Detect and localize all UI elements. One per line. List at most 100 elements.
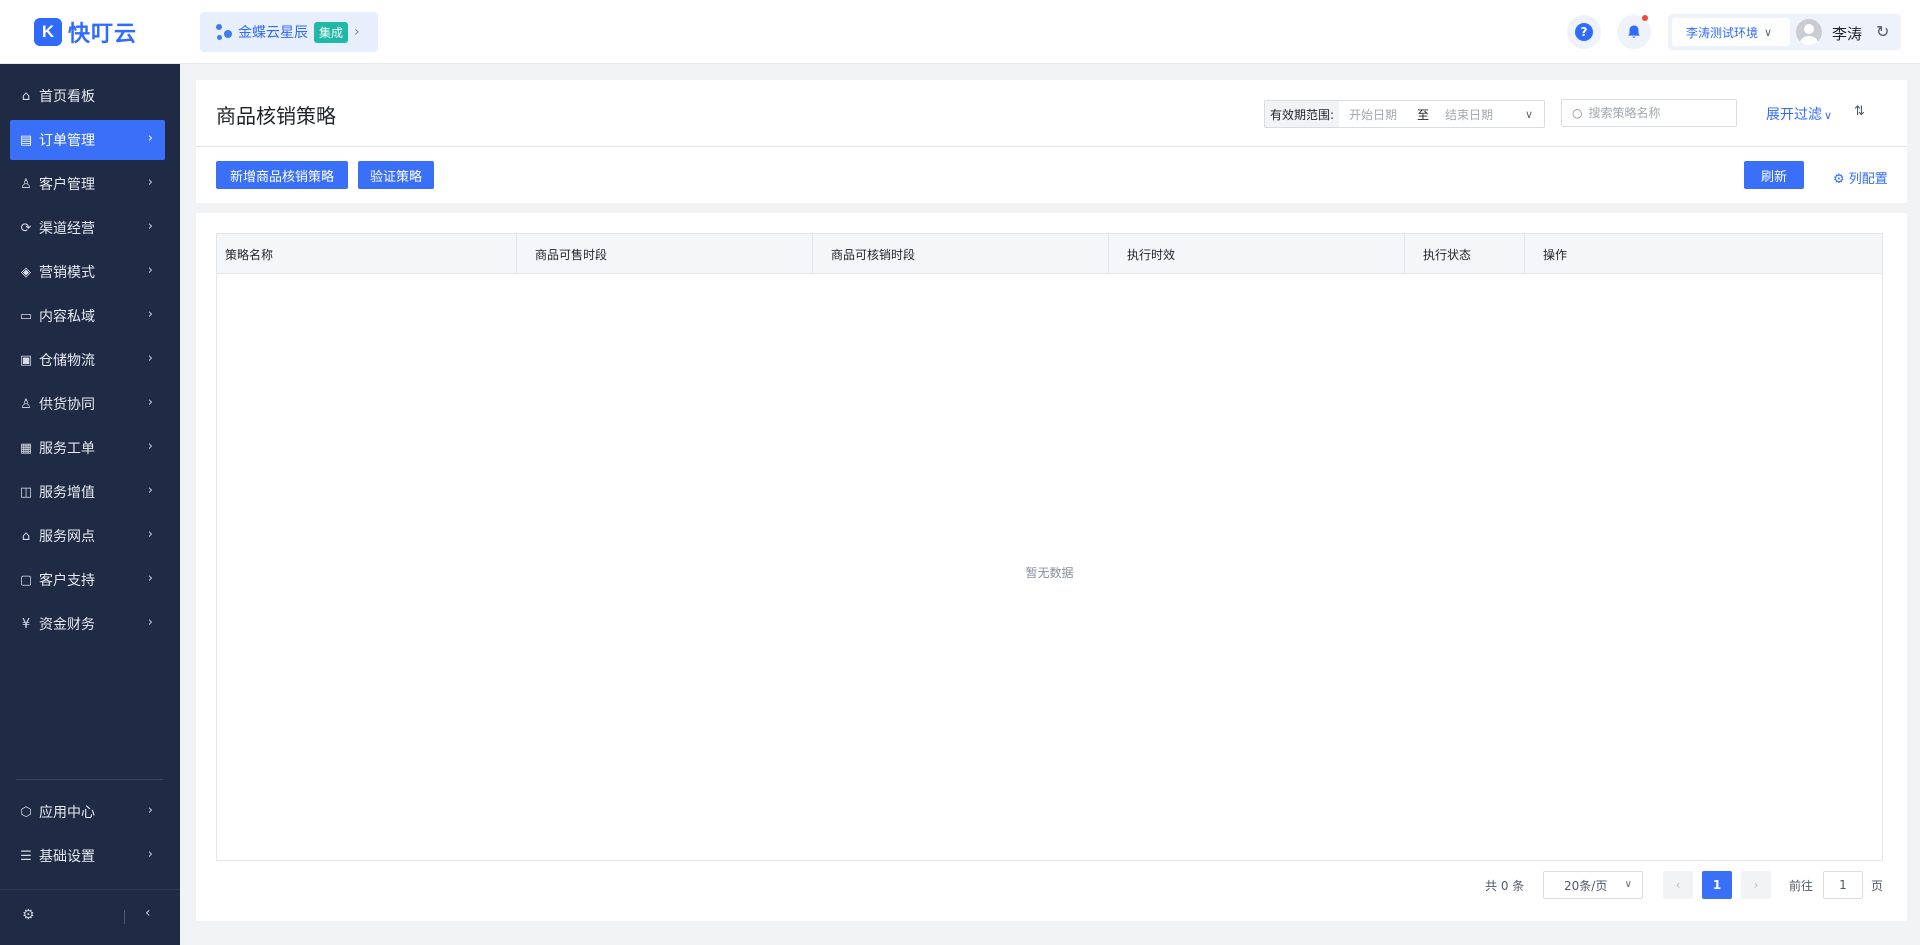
sort-icon[interactable]: ⇅ <box>1854 104 1865 119</box>
channel-icon: ⟳ <box>20 220 32 236</box>
empty-state: 暂无数据 <box>1025 566 1074 580</box>
filter-card: 商品核销策略 有效期范围: 开始日期 至 结束日期 ∨ ○ 展开过滤∨ ⇅ 新增… <box>196 80 1907 203</box>
strategy-table: 策略名称 商品可售时段 商品可核销时段 执行时效 执行状态 操作 暂无数据 <box>216 233 1883 861</box>
chevron-down-icon: ∨ <box>1624 879 1632 890</box>
sidebar-item[interactable]: ◈ 营销模式 › <box>10 252 165 292</box>
sidebar-item[interactable]: ▢ 客户支持 › <box>10 560 165 600</box>
end-date-input[interactable]: 结束日期 <box>1445 106 1515 123</box>
chevron-right-icon: › <box>147 395 153 410</box>
env-select[interactable]: 李涛测试环境 ∨ <box>1672 18 1790 46</box>
top-bar: K 快叮云 金蝶云星辰 集成 › ? 李涛测试环境 ∨ 李涛 ↻ <box>0 0 1920 64</box>
chevron-right-icon: › <box>147 803 153 818</box>
sidebar-item[interactable]: ▤ 订单管理 › <box>10 120 165 160</box>
column-header[interactable]: 商品可核销时段 <box>813 234 1109 274</box>
sidebar-item[interactable]: ▦ 服务工单 › <box>10 428 165 468</box>
sidebar-footer: ⚙ ‹ <box>0 889 180 945</box>
chevron-right-icon: › <box>147 307 153 322</box>
start-date-input[interactable]: 开始日期 <box>1349 106 1407 123</box>
sidebar-item-label: 应用中心 <box>39 805 95 821</box>
date-range-label: 有效期范围: <box>1265 101 1340 127</box>
sidebar-item-label: 服务工单 <box>39 441 95 457</box>
sidebar-item-label: 订单管理 <box>39 133 95 149</box>
collapse-sidebar-icon[interactable]: ‹ <box>145 905 151 921</box>
add-strategy-button[interactable]: 新增商品核销策略 <box>216 161 348 189</box>
integration-badge: 集成 <box>314 21 349 43</box>
goto-label: 前往 <box>1789 879 1814 893</box>
sidebar-item[interactable]: ⌂ 首页看板 <box>10 76 165 116</box>
sidebar-item-label: 基础设置 <box>39 849 95 865</box>
date-range-picker[interactable]: 有效期范围: 开始日期 至 结束日期 ∨ <box>1264 100 1545 128</box>
sidebar-item-label: 资金财务 <box>39 617 95 633</box>
sidebar-item[interactable]: ⟳ 渠道经营 › <box>10 208 165 248</box>
prev-page-button[interactable]: ‹ <box>1663 871 1693 899</box>
help-button[interactable]: ? <box>1567 15 1601 49</box>
expand-filter-label: 展开过滤 <box>1766 107 1822 123</box>
page-title: 商品核销策略 <box>216 104 336 128</box>
sidebar-item[interactable]: ▭ 内容私域 › <box>10 296 165 336</box>
chevron-right-icon: › <box>147 439 153 454</box>
bag-icon: ◫ <box>19 484 33 500</box>
user-area: 李涛测试环境 ∨ 李涛 ↻ <box>1668 14 1901 50</box>
chevron-right-icon: › <box>147 571 153 586</box>
search-box[interactable]: ○ <box>1561 99 1737 127</box>
gear-icon[interactable]: ⚙ <box>22 907 35 923</box>
sidebar-item[interactable]: ☰ 基础设置 › <box>10 836 165 876</box>
sidebar-item-label: 首页看板 <box>39 89 95 105</box>
avatar[interactable] <box>1796 19 1822 45</box>
sidebar-item-label: 服务增值 <box>39 485 95 501</box>
column-config-button[interactable]: ⚙ 列配置 <box>1833 168 1888 187</box>
sidebar-item-label: 客户管理 <box>39 177 95 193</box>
integration-dots-icon <box>214 22 234 42</box>
expand-filter-button[interactable]: 展开过滤 ∨ <box>1766 104 1832 124</box>
column-header[interactable]: 商品可售时段 <box>517 234 813 274</box>
integration-switch[interactable]: 金蝶云星辰 集成 › <box>200 12 378 52</box>
search-input[interactable] <box>1588 106 1729 120</box>
sidebar-item-label: 仓储物流 <box>39 353 95 369</box>
app-center-icon: ⬡ <box>20 804 32 820</box>
sidebar-item-label: 供货协同 <box>39 397 95 413</box>
sidebar-item[interactable]: ⌂ 服务网点 › <box>10 516 165 556</box>
sidebar-item[interactable]: ♙ 供货协同 › <box>10 384 165 424</box>
refresh-icon[interactable]: ↻ <box>1876 22 1889 41</box>
home-icon: ⌂ <box>21 88 31 104</box>
sidebar-item[interactable]: ◫ 服务增值 › <box>10 472 165 512</box>
notification-button[interactable] <box>1617 15 1651 49</box>
app-logo[interactable]: K 快叮云 <box>34 16 137 48</box>
next-page-button[interactable]: › <box>1741 871 1771 899</box>
order-icon: ▤ <box>19 132 33 148</box>
sidebar-divider <box>16 779 163 780</box>
notification-dot <box>1642 15 1648 21</box>
chevron-down-icon: ∨ <box>1525 107 1534 121</box>
search-icon: ○ <box>1572 106 1583 120</box>
page-size-select[interactable]: 20条/页 ∨ <box>1543 871 1643 899</box>
bell-icon <box>1628 25 1640 38</box>
sidebar-item-label: 渠道经营 <box>39 221 95 237</box>
pagination-total: 共 0 条 <box>1485 879 1525 893</box>
user-icon: ♙ <box>20 176 32 192</box>
column-header[interactable]: 执行时效 <box>1109 234 1405 274</box>
goto-page-input[interactable]: 1 <box>1823 871 1863 899</box>
sidebar-item[interactable]: ▣ 仓储物流 › <box>10 340 165 380</box>
column-header[interactable]: 策略名称 <box>217 234 517 274</box>
chevron-right-icon: › <box>147 351 153 366</box>
verify-strategy-button[interactable]: 验证策略 <box>358 161 434 189</box>
column-header[interactable]: 操作 <box>1525 234 1882 274</box>
store-icon: ⌂ <box>21 528 31 544</box>
page-number-current[interactable]: 1 <box>1702 871 1732 899</box>
support-icon: ▢ <box>19 572 33 588</box>
chevron-down-icon: ∨ <box>1764 25 1773 39</box>
supply-icon: ♙ <box>20 396 32 412</box>
sidebar-item[interactable]: ⬡ 应用中心 › <box>10 792 165 832</box>
sidebar-item[interactable]: ¥ 资金财务 › <box>10 604 165 644</box>
chevron-right-icon: › <box>147 175 153 190</box>
sidebar: ⚙ ‹ ⌂ 首页看板 ▤ 订单管理 › ♙ 客户管理 › ⟳ 渠道经营 › ◈ 营销模式 › ▭ 内容私域 › ▣… <box>0 64 180 945</box>
column-header[interactable]: 执行状态 <box>1405 234 1525 274</box>
user-name[interactable]: 李涛 <box>1832 23 1862 44</box>
image-icon: ▭ <box>19 308 33 324</box>
sidebar-item[interactable]: ♙ 客户管理 › <box>10 164 165 204</box>
table-header: 策略名称 商品可售时段 商品可核销时段 执行时效 执行状态 操作 <box>217 234 1882 274</box>
page-size-label: 20条/页 <box>1564 878 1608 893</box>
chevron-right-icon: › <box>147 131 153 146</box>
settings-list-icon: ☰ <box>20 848 32 864</box>
refresh-button[interactable]: 刷新 <box>1744 161 1804 189</box>
